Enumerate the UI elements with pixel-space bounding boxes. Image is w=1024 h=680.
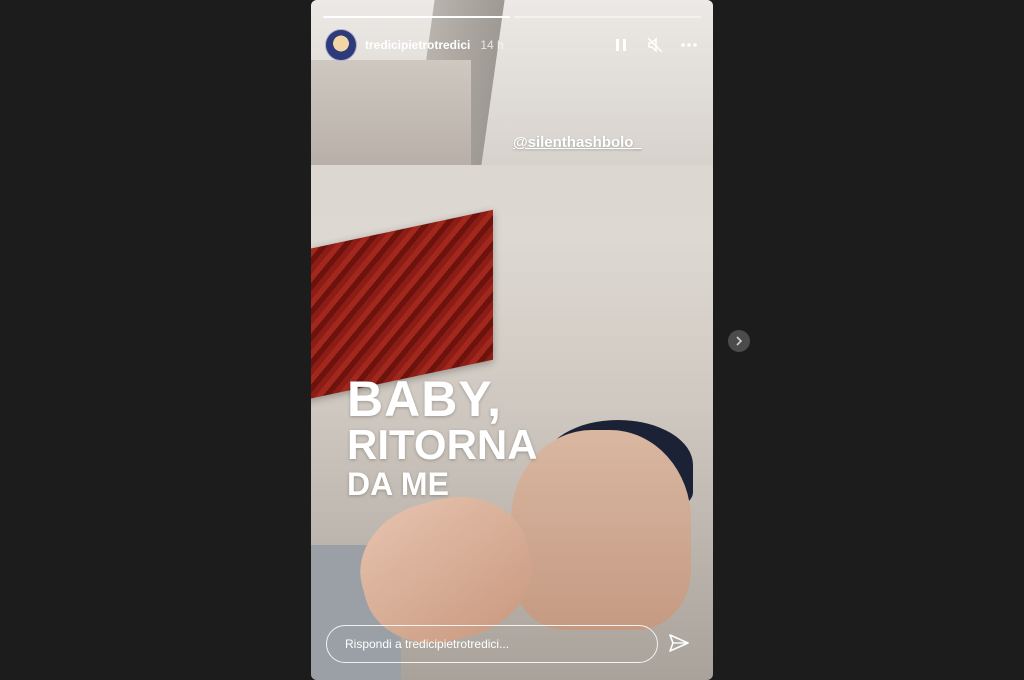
- progress-fill-1: [323, 16, 510, 18]
- more-icon[interactable]: [679, 35, 699, 55]
- post-time: 14 h: [480, 38, 504, 52]
- username[interactable]: tredicipietrotredici: [365, 38, 470, 52]
- progress-segment-1: [323, 16, 510, 18]
- shelf: [311, 60, 471, 165]
- story-text-line-2: RITORNA: [347, 421, 538, 468]
- progress-segment-2: [514, 16, 701, 18]
- mention-sticker[interactable]: @silenthashbolo_: [513, 134, 642, 151]
- story-controls: [611, 35, 699, 55]
- avatar[interactable]: [325, 29, 357, 61]
- chevron-right-icon: [736, 336, 743, 346]
- story-text-line-3: DA ME: [347, 466, 449, 502]
- story-progress: [323, 16, 701, 18]
- send-icon[interactable]: [667, 631, 691, 655]
- story-viewer[interactable]: tredicipietrotredici 14 h @silenthashbol…: [311, 0, 713, 680]
- reply-input[interactable]: Rispondi a tredicipietrotredici...: [326, 625, 658, 663]
- next-story-button[interactable]: [728, 330, 750, 352]
- story-text-line-1: BABY,: [347, 371, 503, 427]
- person-face: [511, 430, 691, 630]
- mute-icon[interactable]: [645, 35, 665, 55]
- story-header: tredicipietrotredici 14 h: [325, 29, 699, 61]
- pause-icon[interactable]: [611, 35, 631, 55]
